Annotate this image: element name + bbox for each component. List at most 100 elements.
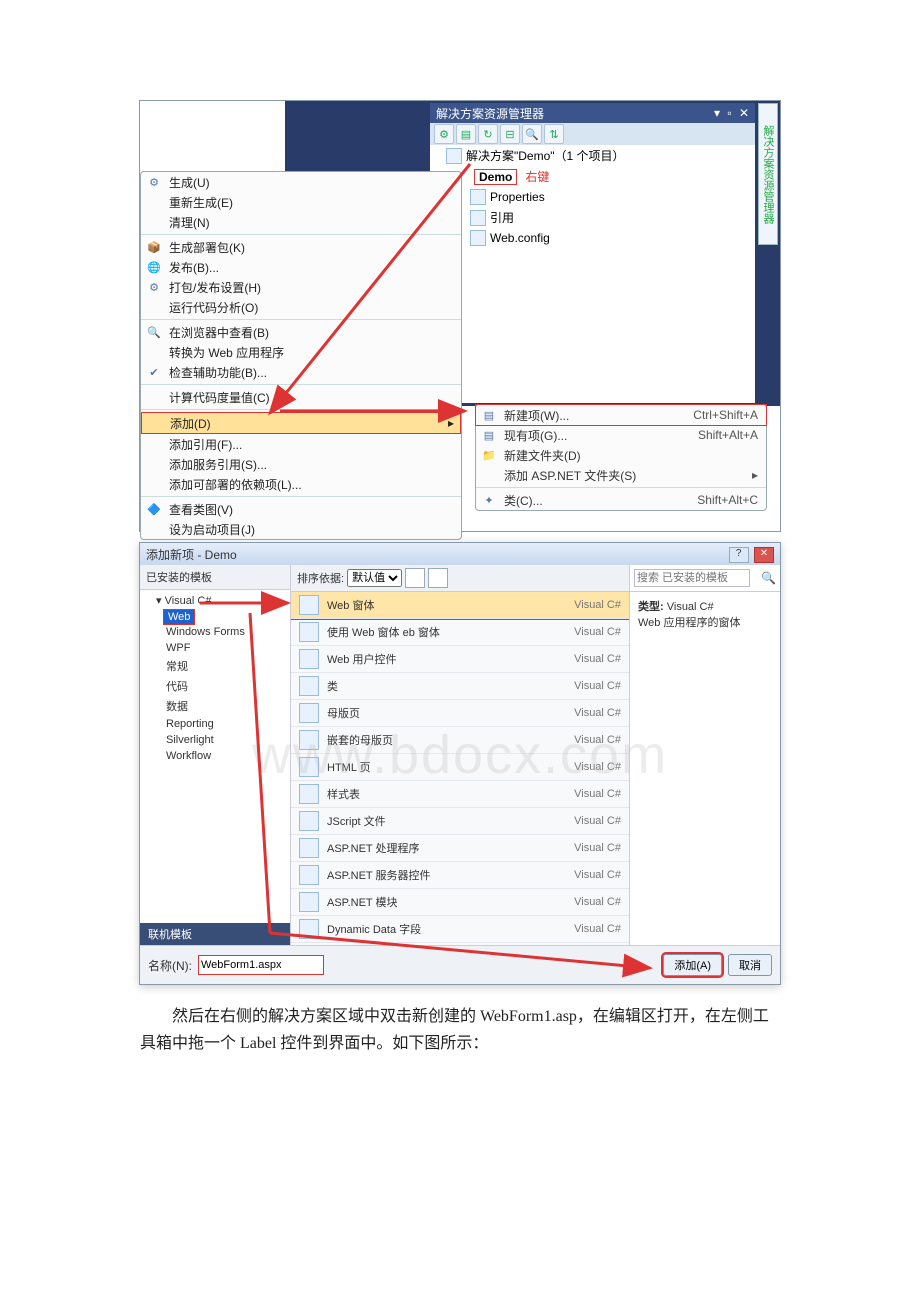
tree-item[interactable]: Silverlight — [164, 732, 282, 748]
chevron-right-icon: ▸ — [448, 416, 454, 430]
context-menu-item[interactable]: ⚙生成(U) — [141, 172, 461, 192]
solution-icon — [446, 148, 462, 164]
context-menu-item[interactable]: ✔检查辅助功能(B)... — [141, 362, 461, 382]
context-menu-item[interactable]: 添加引用(F)... — [141, 434, 461, 454]
tree-item[interactable]: Workflow — [164, 748, 282, 764]
solution-explorer-tree[interactable]: 解决方案"Demo"（1 个项目） Demo 右键 Properties 引用 … — [430, 145, 755, 403]
context-menu-item[interactable]: 添加可部署的依赖项(L)... — [141, 474, 461, 494]
menu-item-icon: ✔ — [145, 364, 163, 380]
nav-icon[interactable]: ⇅ — [544, 124, 564, 144]
name-input[interactable] — [198, 955, 324, 975]
view-large-icon[interactable] — [428, 568, 448, 588]
tree-item[interactable]: 代码 — [164, 676, 282, 696]
tree-item[interactable]: 数据 — [164, 696, 282, 716]
template-item[interactable]: HTML 页Visual C# — [291, 754, 629, 781]
menu-item-icon: ▤ — [480, 407, 498, 423]
submenu-item[interactable]: 添加 ASP.NET 文件夹(S)▸ — [476, 465, 766, 485]
tree-node[interactable]: Properties — [430, 187, 755, 207]
solution-line[interactable]: 解决方案"Demo"（1 个项目） — [430, 145, 755, 166]
template-item[interactable]: 类Visual C# — [291, 673, 629, 700]
add-submenu[interactable]: ▤新建项(W)...Ctrl+Shift+A▤现有项(G)...Shift+Al… — [475, 404, 767, 511]
template-item[interactable]: ASP.NET 处理程序Visual C# — [291, 835, 629, 862]
template-icon — [299, 811, 319, 831]
search-input[interactable] — [634, 569, 750, 587]
help-icon[interactable]: ? — [729, 547, 749, 563]
properties-icon[interactable]: ⚙ — [434, 124, 454, 144]
solution-explorer-controls: ▾ ▫ ✕ — [710, 106, 749, 120]
context-menu-item[interactable]: 🌐发布(B)... — [141, 257, 461, 277]
context-menu-item[interactable]: 添加服务引用(S)... — [141, 454, 461, 474]
template-item[interactable]: 使用 Web 窗体 eb 窗体Visual C# — [291, 619, 629, 646]
template-item[interactable]: Web 窗体Visual C# — [291, 592, 629, 619]
menu-item-icon: 🔷 — [145, 501, 163, 517]
tree-item[interactable]: Reporting — [164, 716, 282, 732]
refresh-icon[interactable]: ↻ — [478, 124, 498, 144]
search-icon[interactable]: 🔍 — [761, 571, 776, 585]
dropdown-icon[interactable]: ▾ — [714, 106, 720, 120]
context-menu-item[interactable]: 添加(D)▸ — [141, 412, 461, 434]
template-item[interactable]: ASP.NET 模块Visual C# — [291, 889, 629, 916]
context-menu-item[interactable]: 重新生成(E) — [141, 192, 461, 212]
solution-explorer-title: 解决方案资源管理器 — [436, 105, 544, 122]
add-button[interactable]: 添加(A) — [663, 954, 722, 976]
context-menu-item[interactable]: 计算代码度量值(C) — [141, 387, 461, 407]
submenu-item[interactable]: ▤新建项(W)...Ctrl+Shift+A — [476, 405, 766, 425]
tree-node[interactable]: 引用 — [430, 207, 755, 228]
template-icon — [299, 865, 319, 885]
submenu-item[interactable]: ▤现有项(G)...Shift+Alt+A — [476, 425, 766, 445]
template-list[interactable]: Web 窗体Visual C#使用 Web 窗体 eb 窗体Visual C#W… — [291, 592, 629, 943]
context-menu-item[interactable]: 🔍在浏览器中查看(B) — [141, 322, 461, 342]
dialog-buttons: 添加(A) 取消 — [663, 954, 772, 976]
template-info-column: 🔍 类型: Visual C# Web 应用程序的窗体 — [630, 565, 780, 945]
template-item[interactable]: Web 用户控件Visual C# — [291, 646, 629, 673]
showall-icon[interactable]: ▤ — [456, 124, 476, 144]
context-menu-item[interactable]: 清理(N) — [141, 212, 461, 232]
solution-explorer-vertical-tab[interactable]: 解决方案资源管理器 — [758, 103, 778, 245]
view-small-icon[interactable] — [405, 568, 425, 588]
cancel-button[interactable]: 取消 — [728, 954, 772, 976]
template-item[interactable]: 嵌套的母版页Visual C# — [291, 727, 629, 754]
context-menu-item[interactable]: 设为启动项目(J) — [141, 519, 461, 539]
template-icon — [299, 595, 319, 615]
menu-item-icon — [145, 344, 163, 360]
context-menu-item[interactable]: 转换为 Web 应用程序 — [141, 342, 461, 362]
template-item[interactable]: ASP.NET 服务器控件Visual C# — [291, 862, 629, 889]
window-buttons: ? ✕ — [727, 545, 774, 563]
context-menu-item[interactable]: 运行代码分析(O) — [141, 297, 461, 317]
menu-item-icon: 📁 — [480, 447, 498, 463]
tree-item[interactable]: Web — [164, 610, 194, 624]
template-item[interactable]: 样式表Visual C# — [291, 781, 629, 808]
tree-item[interactable]: WPF — [164, 640, 282, 656]
template-item[interactable]: JScript 文件Visual C# — [291, 808, 629, 835]
menu-item-icon — [146, 415, 164, 431]
menu-item-icon: ⚙ — [145, 279, 163, 295]
context-menu-item[interactable]: ⚙打包/发布设置(H) — [141, 277, 461, 297]
pin-icon[interactable]: ▫ — [727, 106, 731, 120]
sort-select[interactable]: 默认值 — [347, 569, 402, 587]
project-context-menu[interactable]: ⚙生成(U)重新生成(E)清理(N) 📦生成部署包(K)🌐发布(B)...⚙打包/… — [140, 171, 462, 540]
context-menu-item[interactable]: 📦生成部署包(K) — [141, 237, 461, 257]
template-item[interactable]: Dynamic Data 字段Visual C# — [291, 916, 629, 943]
tree-item[interactable]: Windows Forms — [164, 624, 282, 640]
template-info: 类型: Visual C# Web 应用程序的窗体 — [630, 592, 780, 636]
template-item[interactable]: 母版页Visual C# — [291, 700, 629, 727]
template-tree[interactable]: ▾ Visual C# WebWindows FormsWPF常规代码数据Rep… — [140, 590, 290, 766]
close-icon[interactable]: ✕ — [754, 547, 774, 563]
tree-item[interactable]: 常规 — [164, 656, 282, 676]
references-icon — [470, 210, 486, 226]
menu-item-icon — [145, 299, 163, 315]
search-icon[interactable]: 🔍 — [522, 124, 542, 144]
submenu-item[interactable]: 📁新建文件夹(D) — [476, 445, 766, 465]
collapse-icon[interactable]: ⊟ — [500, 124, 520, 144]
online-templates[interactable]: 联机模板 — [140, 923, 290, 945]
tree-node[interactable]: Web.config — [430, 228, 755, 248]
template-icon — [299, 703, 319, 723]
menu-item-icon: ▤ — [480, 427, 498, 443]
menu-item-icon: 📦 — [145, 239, 163, 255]
close-icon[interactable]: ✕ — [739, 106, 749, 120]
project-line[interactable]: Demo 右键 — [430, 166, 755, 187]
document-paragraph: 然后在右侧的解决方案区域中双击新创建的 WebForm1.asp，在编辑区打开，… — [140, 1003, 780, 1057]
submenu-item[interactable]: ✦类(C)...Shift+Alt+C — [476, 490, 766, 510]
tree-root[interactable]: ▾ Visual C# — [154, 592, 282, 609]
context-menu-item[interactable]: 🔷查看类图(V) — [141, 499, 461, 519]
